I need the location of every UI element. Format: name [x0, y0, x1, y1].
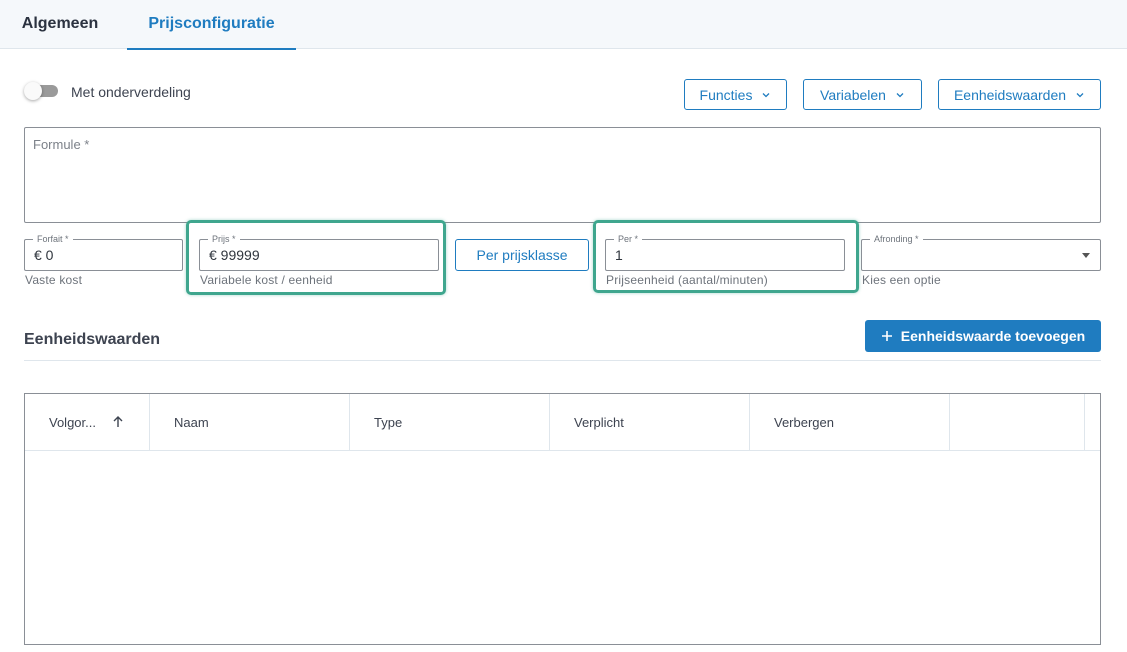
functies-button[interactable]: Functies [684, 79, 787, 110]
column-header-actions [950, 394, 1085, 451]
column-label: Type [374, 415, 403, 430]
column-header-verplicht[interactable]: Verplicht [550, 394, 750, 451]
chevron-down-icon [896, 92, 904, 97]
variabelen-button-label: Variabelen [820, 86, 886, 103]
toggle-label: Met onderverdeling [71, 84, 191, 100]
variabelen-button[interactable]: Variabelen [803, 79, 922, 110]
per-label: Per * [614, 232, 643, 246]
column-label: Verbergen [774, 415, 834, 430]
eenheidswaarde-toevoegen-button[interactable]: Eenheidswaarde toevoegen [865, 320, 1101, 352]
toggle-knob [24, 82, 42, 100]
eenheidswaarden-title: Eenheidswaarden [24, 331, 161, 348]
column-label: Volgor... [49, 415, 96, 430]
column-label: Verplicht [574, 415, 624, 430]
chevron-down-icon [1076, 92, 1084, 97]
afronding-label: Afronding * [870, 232, 923, 246]
plus-icon [881, 331, 892, 341]
tab-bar: Algemeen Prijsconfiguratie [0, 0, 1127, 50]
chevron-down-icon [762, 92, 770, 97]
column-header-volgorde[interactable]: Volgor... [25, 394, 150, 451]
column-label: Naam [174, 415, 209, 430]
add-button-label: Eenheidswaarde toevoegen [900, 328, 1086, 344]
forfait-helper: Vaste kost [25, 273, 83, 287]
prijs-input[interactable]: Prijs * € 99999 [199, 232, 439, 271]
sort-ascending-icon[interactable] [111, 415, 125, 429]
column-header-verbergen[interactable]: Verbergen [750, 394, 950, 451]
eenheidswaarden-button-label: Eenheidswaarden [953, 86, 1067, 103]
forfait-label: Forfait * [33, 232, 73, 246]
prijs-label: Prijs * [208, 232, 240, 246]
afronding-helper: Kies een optie [862, 273, 941, 287]
formule-label: Formule * [33, 137, 90, 152]
forfait-value: € 0 [34, 247, 54, 263]
eenheidswaarden-button[interactable]: Eenheidswaarden [938, 79, 1101, 110]
dropdown-arrow-icon [1082, 253, 1090, 258]
per-helper: Prijseenheid (aantal/minuten) [606, 273, 768, 287]
prijs-helper: Variabele kost / eenheid [200, 273, 333, 287]
per-input[interactable]: Per * 1 [605, 232, 845, 271]
column-header-naam[interactable]: Naam [150, 394, 350, 451]
onderverdeling-toggle[interactable] [24, 82, 58, 100]
afronding-select[interactable]: Afronding * [861, 232, 1101, 271]
tab-algemeen[interactable]: Algemeen [0, 0, 120, 49]
tab-prijsconfiguratie[interactable]: Prijsconfiguratie [127, 0, 296, 50]
per-value: 1 [615, 247, 623, 263]
forfait-input[interactable]: Forfait * € 0 [24, 232, 183, 271]
column-header-type[interactable]: Type [350, 394, 550, 451]
prijs-value: € 99999 [209, 247, 260, 263]
eenheidswaarden-table: Volgor... Naam Type Verplicht Verbergen [24, 393, 1101, 645]
table-header: Volgor... Naam Type Verplicht Verbergen [25, 394, 1100, 451]
per-prijsklasse-button[interactable]: Per prijsklasse [455, 239, 589, 271]
formule-textarea[interactable]: Formule * [24, 127, 1101, 223]
functies-button-label: Functies [699, 86, 753, 103]
section-divider [24, 360, 1101, 361]
